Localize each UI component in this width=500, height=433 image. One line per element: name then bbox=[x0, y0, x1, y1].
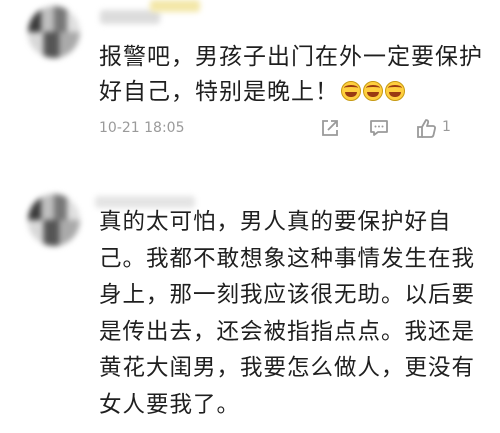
comment-separator bbox=[0, 150, 500, 178]
share-button[interactable] bbox=[318, 116, 342, 140]
comment-item: 报警吧，男孩子出门在外一定要保护 好自己，特别是晚上！ 10-21 18:05 bbox=[0, 0, 500, 150]
laughing-emoji-icon bbox=[363, 81, 383, 101]
comment-text: 报警吧，男孩子出门在外一定要保护 好自己，特别是晚上！ bbox=[99, 44, 483, 105]
username[interactable] bbox=[100, 10, 160, 24]
laughing-emoji-icon bbox=[385, 81, 405, 101]
like-count: 1 bbox=[442, 119, 451, 135]
like-button[interactable] bbox=[415, 116, 439, 140]
share-icon bbox=[322, 120, 338, 136]
comment-icon bbox=[370, 120, 388, 136]
thumbs-up-icon bbox=[417, 119, 436, 138]
user-badge bbox=[150, 0, 200, 12]
laughing-emoji-icon bbox=[341, 81, 361, 101]
comment-actions: 1 bbox=[0, 116, 500, 140]
avatar[interactable] bbox=[28, 194, 80, 246]
avatar[interactable] bbox=[28, 6, 80, 58]
comment-button[interactable] bbox=[367, 116, 391, 140]
comment-text: 真的太可怕，男人真的要保护好自己。我都不敢想象这种事情发生在我身上，那一刻我应该… bbox=[99, 209, 476, 418]
comment-item: 真的太可怕，男人真的要保护好自己。我都不敢想象这种事情发生在我身上，那一刻我应该… bbox=[0, 178, 500, 433]
